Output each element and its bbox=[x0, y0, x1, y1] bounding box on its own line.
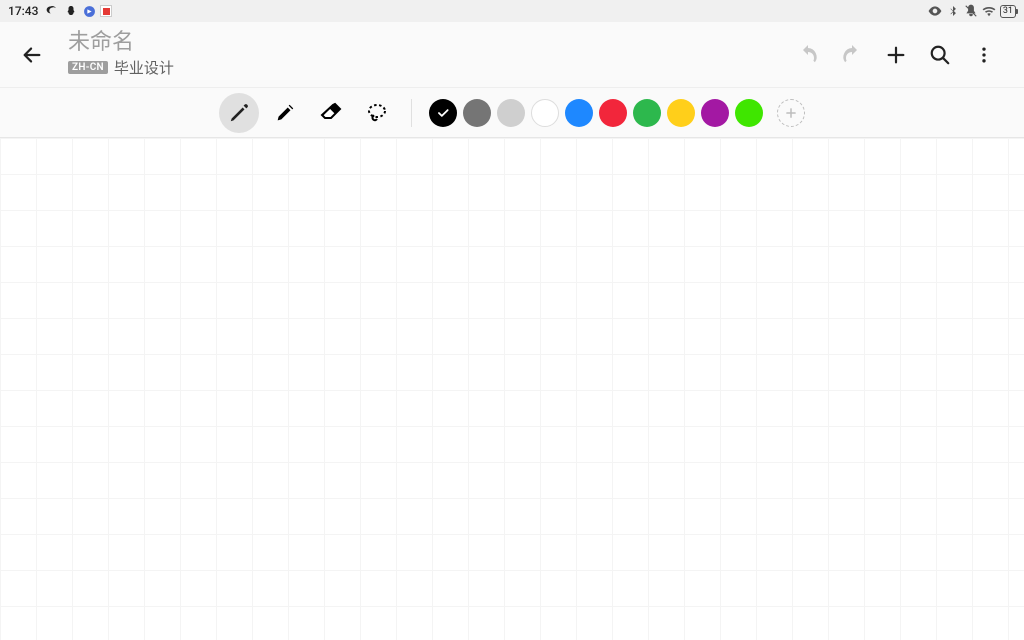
add-button[interactable] bbox=[874, 33, 918, 77]
app-notif-icon bbox=[100, 5, 112, 17]
statusbar-left: 17:43 bbox=[8, 4, 112, 18]
more-vert-icon bbox=[974, 45, 994, 65]
bluetooth-icon bbox=[946, 4, 960, 18]
plus-icon bbox=[784, 106, 798, 120]
app-header: 未命名 ZH-CN 毕业设计 bbox=[0, 22, 1024, 88]
subtitle-row: ZH-CN 毕业设计 bbox=[68, 57, 174, 78]
search-button[interactable] bbox=[918, 33, 962, 77]
battery-indicator: 31 bbox=[1000, 5, 1016, 18]
color-swatch-blue[interactable] bbox=[565, 99, 593, 127]
mute-icon bbox=[964, 4, 978, 18]
lasso-tool-button[interactable] bbox=[357, 93, 397, 133]
drawing-canvas[interactable] bbox=[0, 138, 1024, 640]
toolbar-divider bbox=[411, 99, 412, 127]
color-swatch-light-gray[interactable] bbox=[497, 99, 525, 127]
plus-icon bbox=[885, 44, 907, 66]
wifi-icon bbox=[982, 4, 996, 18]
language-chip: ZH-CN bbox=[68, 61, 108, 74]
eye-icon bbox=[928, 4, 942, 18]
add-color-button[interactable] bbox=[777, 99, 805, 127]
color-swatch-purple[interactable] bbox=[701, 99, 729, 127]
marker-tool-button[interactable] bbox=[265, 93, 305, 133]
qq-icon bbox=[64, 4, 78, 18]
statusbar-right: 31 bbox=[928, 4, 1016, 18]
eraser-tool-button[interactable] bbox=[311, 93, 351, 133]
pen-icon bbox=[228, 102, 250, 124]
document-subtitle: 毕业设计 bbox=[114, 57, 174, 78]
color-swatch-dark-gray[interactable] bbox=[463, 99, 491, 127]
arrow-left-icon bbox=[21, 44, 43, 66]
color-swatch-lime[interactable] bbox=[735, 99, 763, 127]
back-button[interactable] bbox=[12, 35, 52, 75]
color-swatch-yellow[interactable] bbox=[667, 99, 695, 127]
document-title: 未命名 bbox=[68, 31, 174, 55]
color-swatch-black[interactable] bbox=[429, 99, 457, 127]
color-swatch-white[interactable] bbox=[531, 99, 559, 127]
wechat-icon bbox=[46, 4, 60, 18]
color-swatch-green[interactable] bbox=[633, 99, 661, 127]
redo-icon bbox=[840, 43, 864, 67]
undo-button[interactable] bbox=[786, 33, 830, 77]
sync-icon bbox=[82, 4, 96, 18]
checkmark-icon bbox=[436, 106, 450, 120]
drawing-toolbar bbox=[0, 88, 1024, 138]
statusbar-time: 17:43 bbox=[8, 4, 38, 18]
color-swatch-red[interactable] bbox=[599, 99, 627, 127]
redo-button[interactable] bbox=[830, 33, 874, 77]
title-block[interactable]: 未命名 ZH-CN 毕业设计 bbox=[68, 31, 174, 78]
marker-icon bbox=[274, 102, 296, 124]
pen-tool-button[interactable] bbox=[219, 93, 259, 133]
eraser-icon bbox=[319, 101, 343, 125]
android-statusbar: 17:43 31 bbox=[0, 0, 1024, 22]
overflow-menu-button[interactable] bbox=[962, 33, 1006, 77]
battery-percent: 31 bbox=[1003, 6, 1013, 17]
search-icon bbox=[929, 44, 951, 66]
lasso-icon bbox=[365, 101, 389, 125]
undo-icon bbox=[796, 43, 820, 67]
